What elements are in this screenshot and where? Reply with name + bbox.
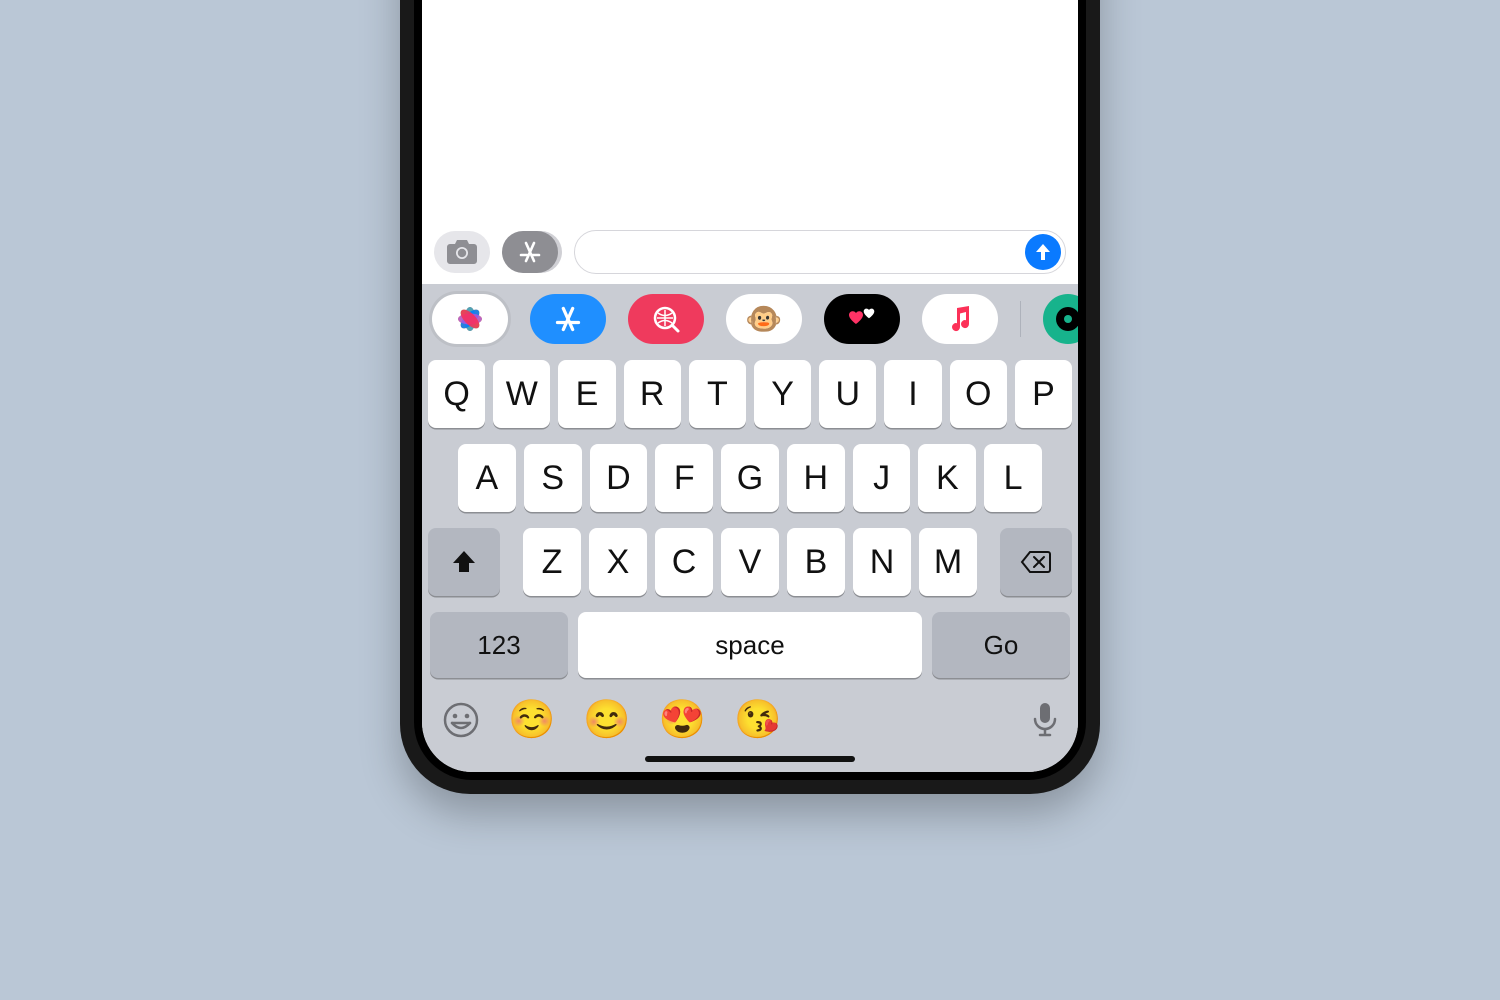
key-w[interactable]: W bbox=[493, 360, 550, 428]
home-indicator[interactable] bbox=[645, 756, 855, 762]
keyboard-row-3: Z X C V B N M bbox=[428, 528, 1072, 596]
key-e[interactable]: E bbox=[558, 360, 615, 428]
key-v[interactable]: V bbox=[721, 528, 779, 596]
music-icon bbox=[949, 306, 971, 332]
app-strip-divider bbox=[1020, 301, 1021, 337]
key-r[interactable]: R bbox=[624, 360, 681, 428]
key-l[interactable]: L bbox=[984, 444, 1042, 512]
key-k[interactable]: K bbox=[918, 444, 976, 512]
emoji-icon bbox=[442, 701, 480, 739]
keyboard-row-1: Q W E R T Y U I O P bbox=[428, 360, 1072, 428]
camera-icon bbox=[446, 239, 478, 265]
key-z[interactable]: Z bbox=[523, 528, 581, 596]
key-numbers[interactable]: 123 bbox=[430, 612, 568, 678]
key-p[interactable]: P bbox=[1015, 360, 1072, 428]
camera-button[interactable] bbox=[434, 231, 490, 273]
send-button[interactable] bbox=[1025, 234, 1061, 270]
recent-emoji-4[interactable]: 😘 bbox=[734, 698, 781, 742]
message-text-field[interactable] bbox=[574, 230, 1066, 274]
message-input-bar bbox=[422, 222, 1078, 284]
backspace-icon bbox=[1020, 550, 1052, 574]
app-memoji[interactable]: 🐵 bbox=[726, 294, 802, 344]
key-h[interactable]: H bbox=[787, 444, 845, 512]
hearts-icon bbox=[845, 307, 879, 331]
key-s[interactable]: S bbox=[524, 444, 582, 512]
monkey-emoji-icon: 🐵 bbox=[745, 302, 782, 337]
keyboard-row-2: A S D F G H J K L bbox=[428, 444, 1072, 512]
recent-emoji-1[interactable]: ☺️ bbox=[508, 698, 555, 742]
key-g[interactable]: G bbox=[721, 444, 779, 512]
keyboard: Q W E R T Y U I O P A S D F G H J K L bbox=[422, 354, 1078, 690]
key-i[interactable]: I bbox=[884, 360, 941, 428]
key-o[interactable]: O bbox=[950, 360, 1007, 428]
app-digital-touch[interactable] bbox=[824, 294, 900, 344]
dictation-button[interactable] bbox=[1032, 701, 1058, 739]
imessage-app-strip[interactable]: 🐵 bbox=[422, 284, 1078, 354]
conversation-area bbox=[422, 0, 1078, 222]
search-grid-icon bbox=[651, 304, 681, 334]
shift-icon bbox=[451, 549, 477, 575]
appstore-glyph-icon bbox=[554, 305, 582, 333]
phone-frame: 🐵 Q bbox=[400, 0, 1100, 794]
key-u[interactable]: U bbox=[819, 360, 876, 428]
emoji-keyboard-button[interactable] bbox=[442, 701, 480, 739]
key-a[interactable]: A bbox=[458, 444, 516, 512]
key-n[interactable]: N bbox=[853, 528, 911, 596]
key-t[interactable]: T bbox=[689, 360, 746, 428]
key-j[interactable]: J bbox=[853, 444, 911, 512]
app-more[interactable] bbox=[1043, 294, 1078, 344]
disc-icon bbox=[1053, 304, 1078, 334]
key-c[interactable]: C bbox=[655, 528, 713, 596]
key-f[interactable]: F bbox=[655, 444, 713, 512]
appstore-drawer-button[interactable] bbox=[502, 231, 562, 273]
key-return[interactable]: Go bbox=[932, 612, 1070, 678]
app-music[interactable] bbox=[922, 294, 998, 344]
screen: 🐵 Q bbox=[422, 0, 1078, 772]
key-d[interactable]: D bbox=[590, 444, 648, 512]
arrow-up-icon bbox=[1033, 242, 1053, 262]
key-q[interactable]: Q bbox=[428, 360, 485, 428]
key-backspace[interactable] bbox=[1000, 528, 1072, 596]
message-input[interactable] bbox=[591, 241, 1025, 264]
key-y[interactable]: Y bbox=[754, 360, 811, 428]
app-images[interactable] bbox=[628, 294, 704, 344]
key-b[interactable]: B bbox=[787, 528, 845, 596]
appstore-icon bbox=[518, 240, 542, 264]
keyboard-row-4: 123 space Go bbox=[428, 612, 1072, 678]
app-photos[interactable] bbox=[432, 294, 508, 344]
photos-icon bbox=[453, 302, 487, 336]
key-space[interactable]: space bbox=[578, 612, 922, 678]
mic-icon bbox=[1032, 701, 1058, 739]
recent-emoji-3[interactable]: 😍 bbox=[659, 698, 706, 742]
key-shift[interactable] bbox=[428, 528, 500, 596]
phone-bezel: 🐵 Q bbox=[414, 0, 1086, 780]
key-m[interactable]: M bbox=[919, 528, 977, 596]
key-x[interactable]: X bbox=[589, 528, 647, 596]
recent-emoji-2[interactable]: 😊 bbox=[583, 698, 630, 742]
app-store[interactable] bbox=[530, 294, 606, 344]
